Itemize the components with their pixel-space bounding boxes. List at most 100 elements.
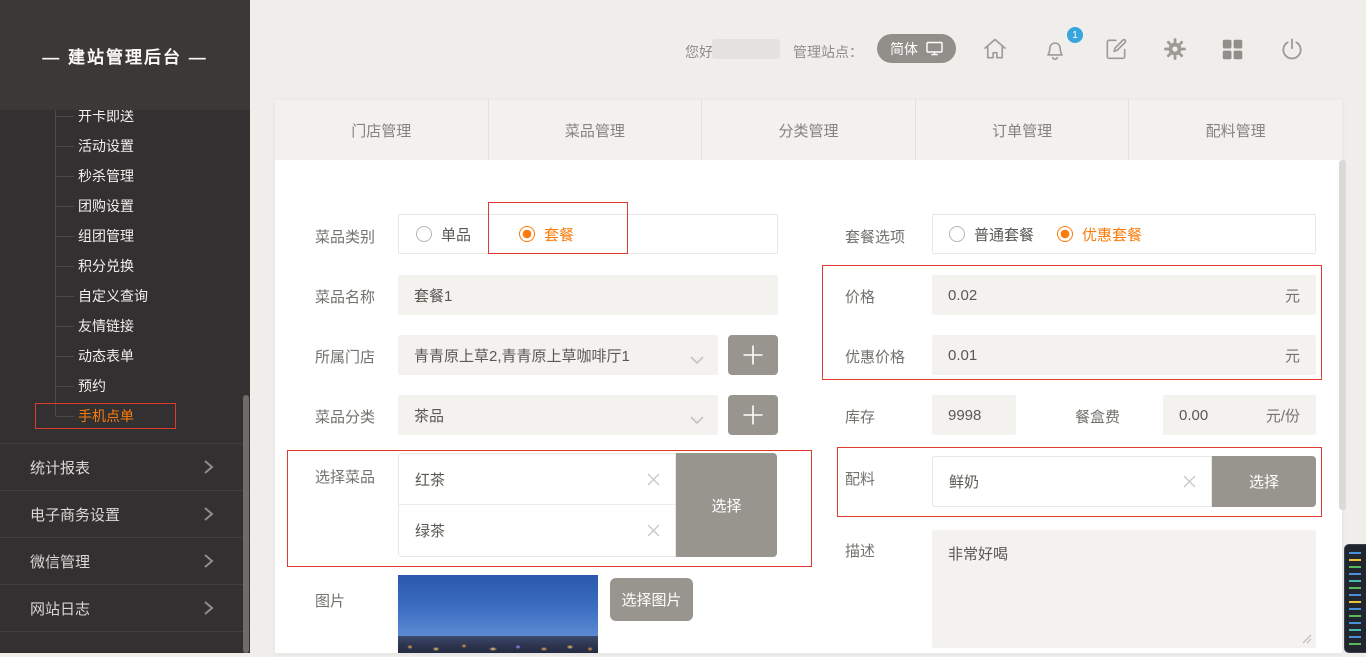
store-select[interactable]: 青青原上草2,青青原上草咖啡厅1 bbox=[398, 335, 718, 375]
price-input[interactable]: 0.02 元 bbox=[932, 275, 1316, 315]
chevron-down-icon bbox=[690, 412, 704, 429]
box-fee-input[interactable]: 0.00 元/份 bbox=[1163, 395, 1316, 435]
ingredient-value: 鲜奶 bbox=[949, 471, 979, 492]
radio-single-item[interactable]: 单品 bbox=[416, 224, 471, 245]
home-icon[interactable] bbox=[982, 36, 1008, 62]
language-switch-button[interactable]: 简体 bbox=[877, 34, 956, 63]
dish-item-name: 绿茶 bbox=[415, 520, 445, 541]
dish-classification-value: 茶品 bbox=[414, 405, 444, 426]
price-unit: 元 bbox=[1285, 285, 1300, 306]
monitor-icon bbox=[926, 41, 943, 56]
notification-badge: 1 bbox=[1067, 27, 1083, 43]
store-label: 所属门店 bbox=[315, 346, 375, 367]
stock-label: 库存 bbox=[845, 406, 875, 427]
username-redacted bbox=[712, 39, 780, 59]
top-header: 您好 管理站点： 简体 1 bbox=[250, 0, 1366, 100]
chevron-right-icon bbox=[203, 600, 214, 616]
plus-icon bbox=[740, 342, 766, 368]
dish-image-thumbnail bbox=[398, 575, 598, 653]
price-value: 0.02 bbox=[948, 287, 977, 304]
tab-dish-management[interactable]: 菜品管理 bbox=[488, 100, 702, 160]
select-image-button[interactable]: 选择图片 bbox=[610, 578, 693, 621]
tab-store-management[interactable]: 门店管理 bbox=[275, 100, 488, 160]
sidebar-item-dongtai[interactable]: 动态表单 bbox=[0, 341, 250, 371]
sidebar-section-stats[interactable]: 统计报表 bbox=[0, 443, 250, 490]
minimap-widget[interactable] bbox=[1344, 544, 1366, 653]
sidebar-item-zutuan[interactable]: 组团管理 bbox=[0, 221, 250, 251]
dish-item-name: 红茶 bbox=[415, 469, 445, 490]
dish-name-input[interactable]: 套餐1 bbox=[398, 275, 778, 315]
box-fee-unit: 元/份 bbox=[1266, 405, 1300, 426]
close-icon[interactable] bbox=[646, 472, 661, 487]
box-fee-label: 餐盒费 bbox=[1075, 406, 1120, 427]
stock-input[interactable]: 9998 bbox=[932, 395, 1016, 435]
add-classification-button[interactable] bbox=[728, 395, 778, 435]
sidebar-item-huodong[interactable]: 活动设置 bbox=[0, 131, 250, 161]
dish-classification-label: 菜品分类 bbox=[315, 406, 375, 427]
minimap-stripes bbox=[1345, 545, 1365, 652]
meal-option-radio-group: 普通套餐 优惠套餐 bbox=[932, 214, 1316, 254]
discount-price-unit: 元 bbox=[1285, 345, 1300, 366]
ingredient-input[interactable]: 鲜奶 bbox=[932, 456, 1212, 507]
sidebar-item-shouji-diandan[interactable]: 手机点单 bbox=[0, 401, 250, 431]
dish-list-item: 绿茶 bbox=[399, 505, 675, 556]
chevron-right-icon bbox=[203, 553, 214, 569]
close-icon[interactable] bbox=[646, 523, 661, 538]
apps-grid-icon[interactable] bbox=[1219, 36, 1245, 62]
discount-price-input[interactable]: 0.01 元 bbox=[932, 335, 1316, 375]
tab-order-management[interactable]: 订单管理 bbox=[915, 100, 1129, 160]
sidebar: — 建站管理后台 — 开卡即送 活动设置 秒杀管理 团购设置 组团管理 积分兑换… bbox=[0, 0, 250, 653]
sidebar-scrollbar[interactable] bbox=[243, 395, 249, 653]
radio-label: 普通套餐 bbox=[974, 224, 1034, 245]
greeting-text: 您好 bbox=[685, 42, 713, 62]
sidebar-section-sitelog[interactable]: 网站日志 bbox=[0, 584, 250, 631]
sidebar-item-jifen[interactable]: 积分兑换 bbox=[0, 251, 250, 281]
dish-list-item: 红茶 bbox=[399, 454, 675, 505]
section-label: 统计报表 bbox=[30, 457, 90, 478]
ingredient-label: 配料 bbox=[845, 468, 875, 489]
sidebar-item-yuyue[interactable]: 预约 bbox=[0, 371, 250, 401]
add-store-button[interactable] bbox=[728, 335, 778, 375]
description-label: 描述 bbox=[845, 540, 875, 561]
sidebar-item-zidingyi[interactable]: 自定义查询 bbox=[0, 281, 250, 311]
section-label: 网站日志 bbox=[30, 598, 90, 619]
sidebar-item-tuangou[interactable]: 团购设置 bbox=[0, 191, 250, 221]
app-logo: — 建站管理后台 — bbox=[0, 0, 250, 110]
description-textarea[interactable]: 非常好喝 bbox=[932, 530, 1316, 648]
stock-value: 9998 bbox=[948, 407, 981, 424]
discount-price-label: 优惠价格 bbox=[845, 346, 905, 367]
sidebar-section-wechat[interactable]: 微信管理 bbox=[0, 537, 250, 584]
store-value: 青青原上草2,青青原上草咖啡厅1 bbox=[414, 345, 630, 366]
sidebar-submenu: 开卡即送 活动设置 秒杀管理 团购设置 组团管理 积分兑换 自定义查询 友情链接… bbox=[0, 101, 250, 431]
close-icon[interactable] bbox=[1182, 474, 1197, 489]
box-fee-value: 0.00 bbox=[1179, 407, 1208, 424]
compose-icon[interactable] bbox=[1103, 36, 1129, 62]
gear-icon[interactable] bbox=[1162, 36, 1188, 62]
dish-name-value: 套餐1 bbox=[414, 285, 452, 306]
tab-bar: 门店管理 菜品管理 分类管理 订单管理 配料管理 bbox=[275, 100, 1342, 160]
dish-classification-select[interactable]: 茶品 bbox=[398, 395, 718, 435]
select-dishes-button[interactable]: 选择 bbox=[676, 453, 777, 557]
bell-icon[interactable] bbox=[1042, 36, 1068, 62]
radio-label: 套餐 bbox=[544, 224, 574, 245]
tab-category-management[interactable]: 分类管理 bbox=[701, 100, 915, 160]
sidebar-item-youqing[interactable]: 友情链接 bbox=[0, 311, 250, 341]
power-icon[interactable] bbox=[1279, 36, 1305, 62]
content-card: 门店管理 菜品管理 分类管理 订单管理 配料管理 菜品类别 单品 套餐 菜品名称… bbox=[275, 100, 1342, 653]
radio-discount-meal[interactable]: 优惠套餐 bbox=[1057, 224, 1142, 245]
language-label: 简体 bbox=[890, 39, 918, 59]
dish-category-radio-group: 单品 套餐 bbox=[398, 214, 778, 254]
resize-handle-icon[interactable] bbox=[1302, 634, 1312, 644]
page-scrollbar[interactable] bbox=[1339, 160, 1346, 510]
radio-circle-icon bbox=[519, 226, 535, 242]
radio-set-meal[interactable]: 套餐 bbox=[519, 224, 574, 245]
radio-normal-meal[interactable]: 普通套餐 bbox=[949, 224, 1034, 245]
tab-ingredient-management[interactable]: 配料管理 bbox=[1128, 100, 1342, 160]
sidebar-sections: 统计报表 电子商务设置 微信管理 网站日志 bbox=[0, 443, 250, 632]
select-ingredient-button[interactable]: 选择 bbox=[1212, 456, 1316, 507]
sidebar-item-miaosha[interactable]: 秒杀管理 bbox=[0, 161, 250, 191]
description-value: 非常好喝 bbox=[948, 546, 1008, 563]
radio-circle-icon bbox=[416, 226, 432, 242]
sidebar-section-ecommerce[interactable]: 电子商务设置 bbox=[0, 490, 250, 537]
plus-icon bbox=[740, 402, 766, 428]
